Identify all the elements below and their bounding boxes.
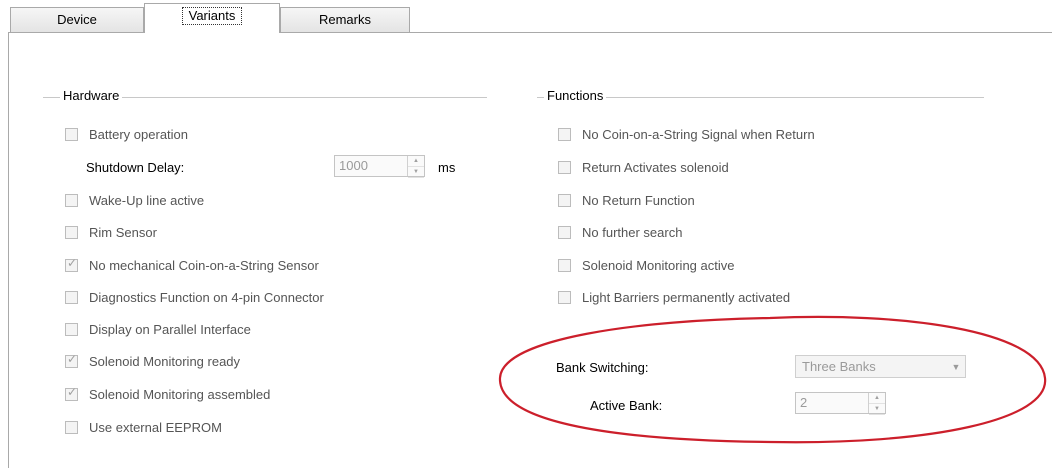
annotation-ellipse-overlay bbox=[498, 315, 1047, 444]
red-ellipse-annotation bbox=[498, 315, 1047, 444]
tab-variants[interactable]: Variants bbox=[144, 3, 280, 33]
tab-variants-label: Variants bbox=[181, 7, 243, 25]
